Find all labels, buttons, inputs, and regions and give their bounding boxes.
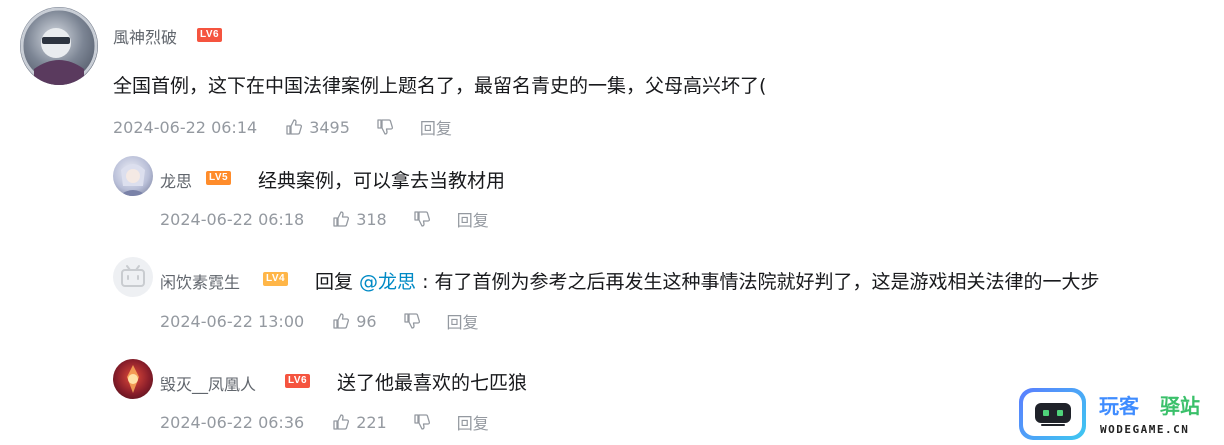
default-avatar-icon	[121, 265, 145, 287]
thumbs-down-icon[interactable]	[413, 413, 431, 431]
username[interactable]: 闲饮素霓生	[160, 269, 240, 293]
comment-text: 回复 @龙思 : 有了首例为参考之后再发生这种事情法院就好判了，这是游戏相关法律…	[315, 267, 1100, 294]
avatar[interactable]	[113, 156, 153, 196]
reply-button[interactable]: 回复	[457, 207, 489, 231]
reply-prefix: 回复	[315, 271, 360, 293]
reply-button[interactable]: 回复	[447, 309, 479, 333]
comment-body: : 有了首例为参考之后再发生这种事情法院就好判了，这是游戏相关法律的一大步	[416, 271, 1100, 293]
comment-text: 全国首例，这下在中国法律案例上题名了，最留名青史的一集，父母高兴坏了(	[113, 75, 767, 97]
level-badge: LV6	[285, 374, 311, 388]
comment-meta: 2024-06-22 06:14 3495 回复	[113, 115, 452, 139]
comment-meta: 2024-06-22 06:36 221 回复	[160, 410, 489, 434]
username[interactable]: 龙思	[160, 168, 192, 192]
watermark-logo-icon	[1019, 388, 1086, 440]
thumbs-down-icon[interactable]	[403, 312, 421, 330]
avatar[interactable]	[113, 359, 153, 399]
avatar-image	[119, 164, 147, 196]
level-badge: LV4	[263, 272, 289, 286]
comment-meta: 2024-06-22 06:18 318 回复	[160, 207, 489, 231]
avatar[interactable]	[113, 257, 153, 297]
level-badge: LV6	[197, 28, 223, 42]
avatar-image	[127, 365, 139, 393]
thumbs-up-icon[interactable]	[332, 210, 350, 228]
avatar-image	[20, 7, 98, 85]
mention-link[interactable]: @龙思	[359, 271, 416, 293]
thumbs-down-icon[interactable]	[413, 210, 431, 228]
thumbs-up-icon[interactable]	[332, 312, 350, 330]
comment-meta: 2024-06-22 13:00 96 回复	[160, 309, 479, 333]
comment-text: 经典案例，可以拿去当教材用	[258, 170, 506, 192]
username[interactable]: 毁灭__凤凰人	[160, 371, 256, 395]
like-count: 96	[356, 311, 377, 331]
avatar[interactable]	[20, 7, 98, 85]
timestamp: 2024-06-22 06:18	[160, 209, 305, 229]
comment-text: 送了他最喜欢的七匹狼	[337, 372, 528, 394]
robot-face-icon	[1034, 403, 1071, 426]
watermark-domain: WODEGAME.CN	[1100, 423, 1190, 436]
thumbs-up-icon[interactable]	[285, 118, 303, 136]
watermark-brand-part1: 玩客	[1099, 394, 1139, 418]
username[interactable]: 風神烈破	[113, 24, 177, 48]
like-count: 318	[356, 209, 387, 229]
watermark-brand-part2: 驿站	[1160, 394, 1200, 418]
timestamp: 2024-06-22 13:00	[160, 311, 305, 331]
like-count: 3495	[309, 117, 350, 137]
thumbs-down-icon[interactable]	[376, 118, 394, 136]
reply-button[interactable]: 回复	[420, 115, 452, 139]
thumbs-up-icon[interactable]	[332, 413, 350, 431]
timestamp: 2024-06-22 06:36	[160, 412, 305, 432]
like-count: 221	[356, 412, 387, 432]
timestamp: 2024-06-22 06:14	[113, 117, 258, 137]
level-badge: LV5	[206, 171, 232, 185]
reply-button[interactable]: 回复	[457, 410, 489, 434]
